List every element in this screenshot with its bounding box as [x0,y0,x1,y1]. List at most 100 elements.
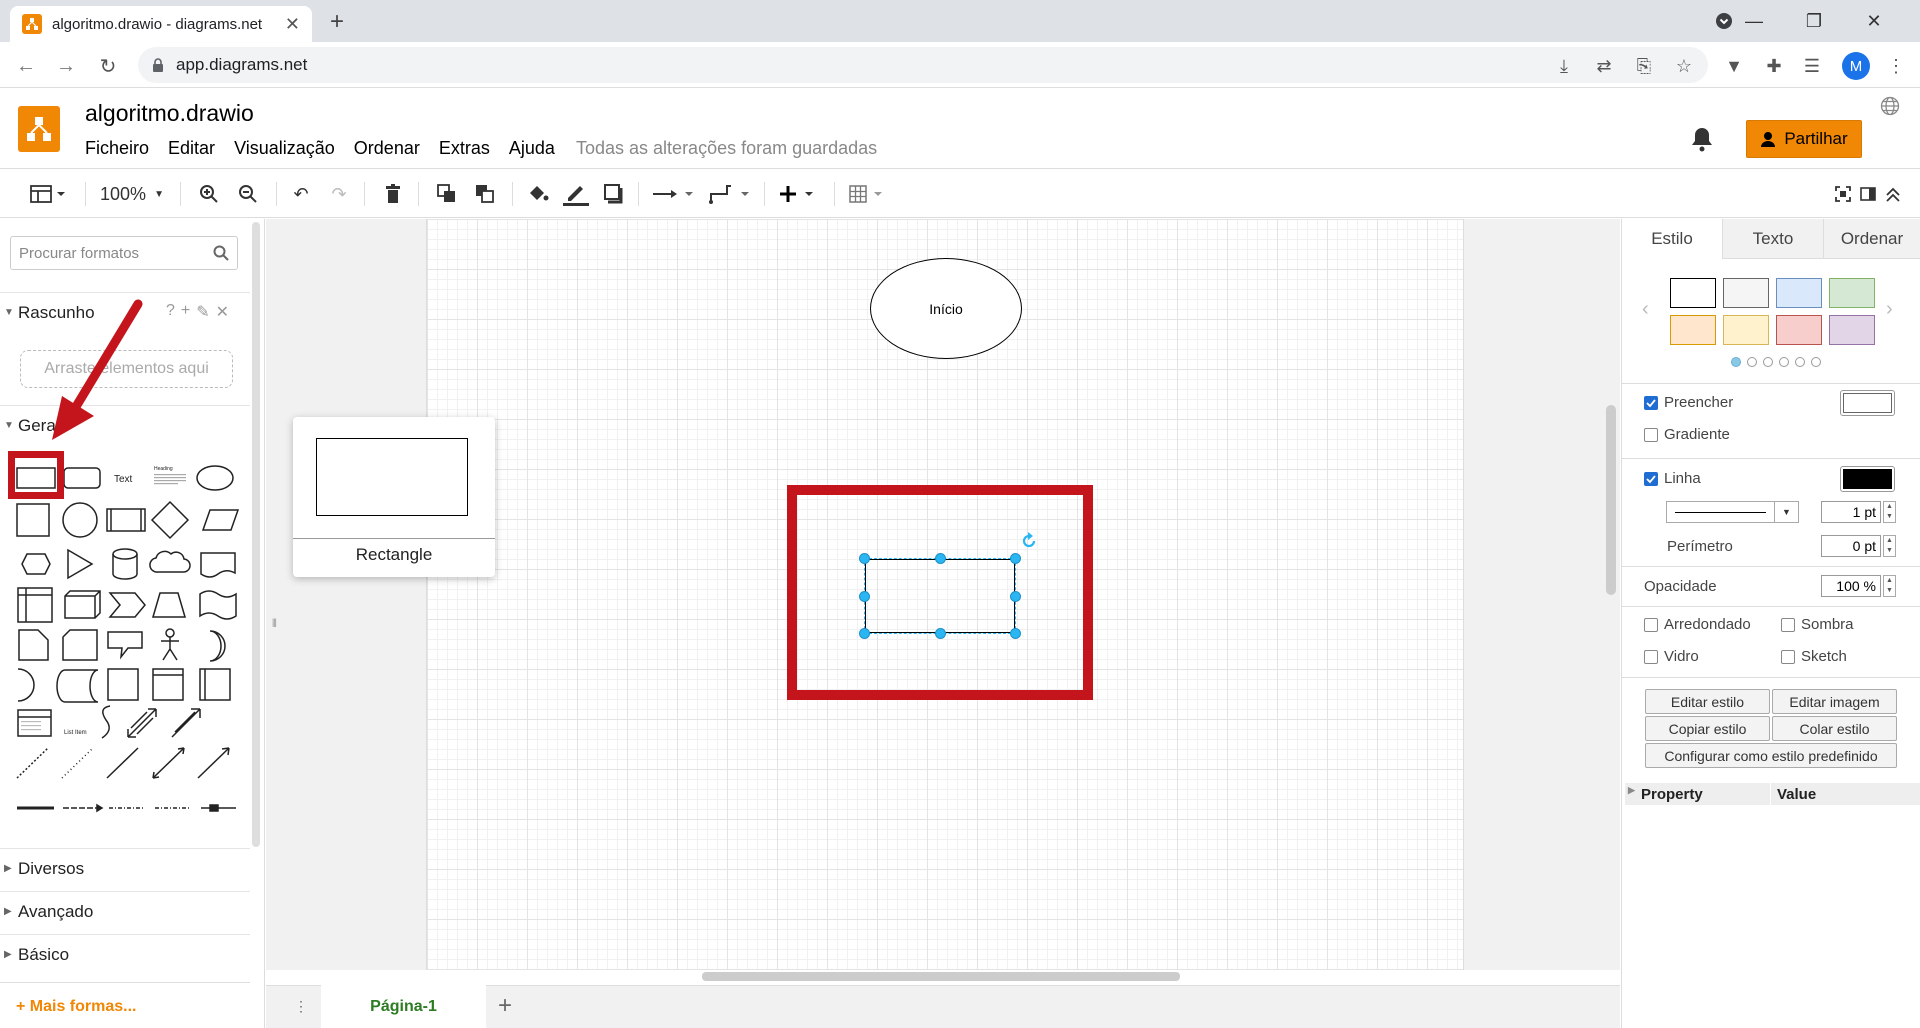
menu-ajuda[interactable]: Ajuda [509,138,555,159]
reload-icon[interactable]: ↻ [92,50,124,82]
document-title[interactable]: algoritmo.drawio [85,100,254,127]
expand-triangle-icon[interactable]: ▶ [1628,785,1635,796]
resize-handle-s[interactable] [935,628,946,639]
line-width-stepper[interactable]: ▲ ▼ [1883,501,1896,523]
profile-avatar[interactable]: M [1842,52,1870,80]
add-icon[interactable]: + [181,302,190,322]
resize-handle-w[interactable] [859,591,870,602]
resize-handle-ne[interactable] [1010,553,1021,564]
canvas-vertical-scrollbar[interactable] [1606,405,1616,595]
table-icon[interactable] [846,178,892,210]
set-default-style-button[interactable]: Configurar como estilo predefinido [1645,743,1897,768]
opacity-input[interactable]: 100 % [1821,575,1881,597]
connection-style-icon[interactable] [652,178,698,210]
page-tab-1[interactable]: Página-1 [321,985,486,1028]
style-swatch[interactable] [1829,315,1875,345]
sidebar-scrollbar[interactable] [252,222,260,847]
opacity-stepper[interactable]: ▲ ▼ [1883,575,1896,597]
swatch-page-dot[interactable] [1795,357,1805,367]
extensions-puzzle-icon[interactable]: ✚ [1758,50,1790,82]
delete-trash-icon[interactable] [378,178,408,210]
style-swatch[interactable] [1670,278,1716,308]
swatch-page-dot[interactable] [1779,357,1789,367]
view-panels-icon[interactable] [24,178,72,210]
line-color-icon[interactable] [560,178,592,210]
rotate-handle-icon[interactable] [1020,532,1038,550]
pages-menu-icon[interactable]: ⋮ [294,998,308,1015]
menu-ficheiro[interactable]: Ficheiro [85,138,149,159]
browser-menu-icon[interactable]: ⋮ [1880,50,1912,82]
waypoints-icon[interactable] [708,178,754,210]
minimize-icon[interactable]: — [1724,0,1784,42]
zoom-select[interactable]: 100% ▼ [96,178,168,210]
gradient-checkbox[interactable] [1644,427,1658,442]
sketch-checkbox[interactable] [1781,649,1795,664]
swatch-prev-chevron-icon[interactable]: ‹ [1642,298,1649,321]
section-basico[interactable]: ▶ Básico [0,934,250,974]
swatch-page-dot[interactable] [1731,357,1741,367]
menu-editar[interactable]: Editar [168,138,215,159]
format-panel-toggle-icon[interactable] [1856,178,1880,210]
zoom-out-icon[interactable] [233,178,263,210]
shadow-icon[interactable] [598,178,630,210]
line-pattern-select[interactable]: ▼ [1666,501,1799,523]
more-shapes-link[interactable]: + Mais formas... [16,998,137,1016]
zoom-in-icon[interactable] [194,178,224,210]
add-page-icon[interactable]: + [498,992,512,1020]
menu-ordenar[interactable]: Ordenar [354,138,420,159]
menu-visualizacao[interactable]: Visualização [234,138,335,159]
swatch-page-dot[interactable] [1763,357,1773,367]
perimeter-input[interactable]: 0 pt [1821,535,1881,557]
line-width-input[interactable]: 1 pt [1821,501,1881,523]
edit-style-button[interactable]: Editar estilo [1645,689,1770,714]
close-icon[interactable]: ✕ [216,302,229,322]
share-button[interactable]: Partilhar [1746,120,1862,158]
swatch-next-chevron-icon[interactable]: › [1886,298,1893,321]
style-swatch[interactable] [1670,315,1716,345]
line-color-picker[interactable] [1840,466,1895,492]
section-avancado[interactable]: ▶ Avançado [0,891,250,931]
edit-image-button[interactable]: Editar imagem [1772,689,1897,714]
resize-handle-nw[interactable] [859,553,870,564]
undo-icon[interactable]: ↶ [286,178,316,210]
fill-color-picker[interactable] [1840,390,1895,416]
media-list-icon[interactable]: ☰ [1796,50,1828,82]
back-icon[interactable]: ← [10,50,42,82]
rounded-checkbox[interactable] [1644,617,1658,632]
collapse-chevron-up-icon[interactable] [1880,178,1906,210]
style-swatch[interactable] [1776,278,1822,308]
close-window-icon[interactable]: ✕ [1844,0,1904,42]
install-app-icon[interactable]: ⤓ [1548,50,1580,82]
resize-handle-se[interactable] [1010,628,1021,639]
language-globe-icon[interactable] [1880,96,1902,118]
menu-extras[interactable]: Extras [439,138,490,159]
start-ellipse-shape[interactable]: Início [870,258,1022,359]
browser-tab[interactable]: algoritmo.drawio - diagrams.net ✕ [10,6,312,42]
notifications-bell-icon[interactable] [1690,126,1720,156]
to-back-icon[interactable] [470,178,500,210]
resize-handle-sw[interactable] [859,628,870,639]
extension-shield-icon[interactable]: ▼ [1718,50,1750,82]
redo-icon[interactable]: ↷ [324,178,354,210]
tab-estilo[interactable]: Estilo [1621,219,1722,259]
fill-checkbox[interactable] [1644,395,1658,410]
restore-icon[interactable]: ❐ [1784,0,1844,42]
edit-pencil-icon[interactable]: ✎ [196,302,209,322]
style-swatch[interactable] [1776,315,1822,345]
shadow-checkbox[interactable] [1781,617,1795,632]
page-action-icon[interactable]: ⎘ [1628,50,1660,82]
resize-handle-n[interactable] [935,553,946,564]
fullscreen-icon[interactable] [1830,178,1856,210]
tab-ordenar[interactable]: Ordenar [1823,219,1920,259]
section-diversos[interactable]: ▶ Diversos [0,848,250,888]
line-checkbox[interactable] [1644,471,1658,486]
search-icon[interactable] [213,245,229,261]
copy-style-button[interactable]: Copiar estilo [1645,716,1770,741]
shape-search-input[interactable]: Procurar formatos [10,236,238,270]
style-swatch[interactable] [1723,315,1769,345]
fill-color-icon[interactable] [522,178,554,210]
new-tab-button[interactable]: + [322,8,352,36]
style-swatch[interactable] [1829,278,1875,308]
to-front-icon[interactable] [432,178,462,210]
selected-rectangle-shape[interactable] [864,558,1016,634]
